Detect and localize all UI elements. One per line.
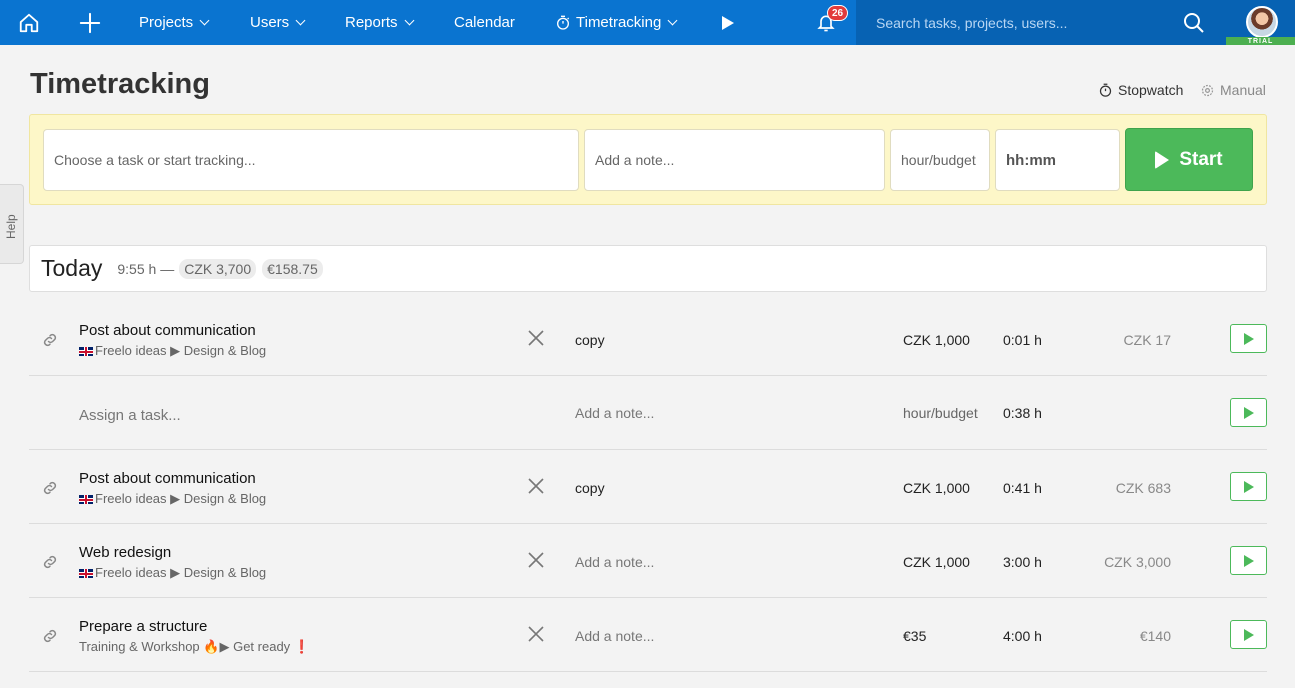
link-icon[interactable] <box>41 553 59 576</box>
link-icon[interactable] <box>41 479 59 502</box>
table-row: Post about communication Freelo ideas ▶ … <box>29 450 1267 524</box>
uk-flag-icon <box>79 347 93 356</box>
entry-duration[interactable]: 4:00 h <box>1003 628 1042 644</box>
entry-note[interactable]: Add a note... <box>575 554 654 570</box>
page-title: Timetracking <box>30 68 210 100</box>
entry-breadcrumb: Training & Workshop 🔥▶ Get ready ❗ <box>79 639 310 654</box>
entry-rate[interactable]: CZK 1,000 <box>903 554 970 570</box>
rate-input[interactable] <box>890 129 990 191</box>
link-icon[interactable] <box>41 331 59 354</box>
gear-icon <box>1201 84 1214 96</box>
help-tab[interactable]: Help <box>0 184 24 264</box>
entry-breadcrumb: Freelo ideas ▶ Design & Blog <box>79 491 266 507</box>
search-input[interactable] <box>856 0 1176 45</box>
entry-cost: CZK 683 <box>1115 480 1171 496</box>
unassign-icon[interactable] <box>527 329 545 352</box>
play-icon <box>1155 150 1170 169</box>
tracking-form: Start <box>29 114 1267 205</box>
today-czk: CZK 3,700 <box>179 258 257 279</box>
entry-title[interactable]: Post about communication <box>79 322 256 339</box>
search-bar <box>856 0 1226 45</box>
table-row: Assign a task... Add a note... hour/budg… <box>29 376 1267 450</box>
start-button[interactable]: Start <box>1125 128 1253 191</box>
chevron-down-icon <box>667 15 678 26</box>
entry-rate[interactable]: hour/budget <box>903 405 978 421</box>
resume-button[interactable] <box>1230 472 1267 501</box>
entry-breadcrumb: Freelo ideas ▶ Design & Blog <box>79 565 266 581</box>
home-icon[interactable] <box>14 0 44 45</box>
resume-button[interactable] <box>1230 620 1267 649</box>
task-input[interactable] <box>43 129 579 191</box>
link-icon[interactable] <box>41 627 59 650</box>
entry-rate[interactable]: CZK 1,000 <box>903 480 970 496</box>
avatar <box>1246 6 1278 38</box>
nav-reports[interactable]: Reports <box>345 0 414 45</box>
entry-duration[interactable]: 0:41 h <box>1003 480 1042 496</box>
play-icon <box>1243 480 1254 493</box>
trial-badge: TRIAL <box>1226 37 1295 45</box>
table-row: Post about communication Freelo ideas ▶ … <box>29 302 1267 376</box>
table-row: Web redesign Freelo ideas ▶ Design & Blo… <box>29 524 1267 598</box>
entry-title[interactable]: Prepare a structure <box>79 618 207 635</box>
add-icon[interactable] <box>76 0 104 45</box>
entry-duration[interactable]: 0:01 h <box>1003 332 1042 348</box>
today-total: 9:55 h — <box>117 260 175 277</box>
exclamation-icon: ❗ <box>293 639 310 654</box>
unassign-icon[interactable] <box>527 477 545 500</box>
resume-button[interactable] <box>1230 398 1267 427</box>
entry-title[interactable]: Web redesign <box>79 544 171 561</box>
entry-note[interactable]: copy <box>575 332 605 348</box>
uk-flag-icon <box>79 495 93 504</box>
nav-timetracking[interactable]: Timetracking <box>555 0 678 45</box>
chevron-down-icon <box>404 15 414 26</box>
entry-cost: €140 <box>1139 628 1171 644</box>
stopwatch-mode[interactable]: Stopwatch <box>1098 82 1183 98</box>
entry-breadcrumb: Freelo ideas ▶ Design & Blog <box>79 343 266 359</box>
nav-projects[interactable]: Projects <box>139 0 210 45</box>
play-icon <box>1243 554 1254 567</box>
user-menu[interactable]: TRIAL <box>1226 0 1295 45</box>
unassign-icon[interactable] <box>527 551 545 574</box>
entry-duration[interactable]: 0:38 h <box>1003 405 1042 421</box>
play-icon <box>1243 628 1254 641</box>
note-input[interactable] <box>584 129 885 191</box>
table-row: Prepare a structure Training & Workshop … <box>29 598 1267 672</box>
time-input[interactable] <box>995 129 1120 191</box>
chevron-down-icon <box>199 15 210 26</box>
entry-rate[interactable]: €35 <box>903 628 926 644</box>
entry-duration[interactable]: 3:00 h <box>1003 554 1042 570</box>
today-summary: Today 9:55 h — CZK 3,700 €158.75 <box>29 245 1267 292</box>
entry-title[interactable]: Post about communication <box>79 470 256 487</box>
play-icon <box>1243 406 1254 419</box>
entry-note[interactable]: Add a note... <box>575 628 654 644</box>
resume-button[interactable] <box>1230 546 1267 575</box>
entry-rate[interactable]: CZK 1,000 <box>903 332 970 348</box>
uk-flag-icon <box>79 569 93 578</box>
unassign-icon[interactable] <box>527 625 545 648</box>
entry-note[interactable]: copy <box>575 480 605 496</box>
search-icon[interactable] <box>1182 11 1206 40</box>
play-timer-icon[interactable] <box>718 0 738 45</box>
stopwatch-icon <box>1099 83 1112 97</box>
play-icon <box>1243 332 1254 345</box>
today-label: Today <box>41 255 103 281</box>
stopwatch-icon <box>557 15 570 30</box>
entry-cost: CZK 17 <box>1123 332 1171 348</box>
entry-cost: CZK 3,000 <box>1104 554 1171 570</box>
today-eur: €158.75 <box>262 258 323 279</box>
top-navbar: Projects Users Reports Calendar Timetrac… <box>0 0 1295 45</box>
chevron-down-icon <box>295 15 306 26</box>
nav-calendar[interactable]: Calendar <box>454 0 515 45</box>
entry-note[interactable]: Add a note... <box>575 405 654 421</box>
assign-task[interactable]: Assign a task... <box>79 407 181 424</box>
resume-button[interactable] <box>1230 324 1267 353</box>
nav-users[interactable]: Users <box>250 0 306 45</box>
notification-badge: 26 <box>827 5 849 21</box>
fire-icon: 🔥 <box>203 639 220 654</box>
manual-mode[interactable]: Manual <box>1200 82 1266 98</box>
